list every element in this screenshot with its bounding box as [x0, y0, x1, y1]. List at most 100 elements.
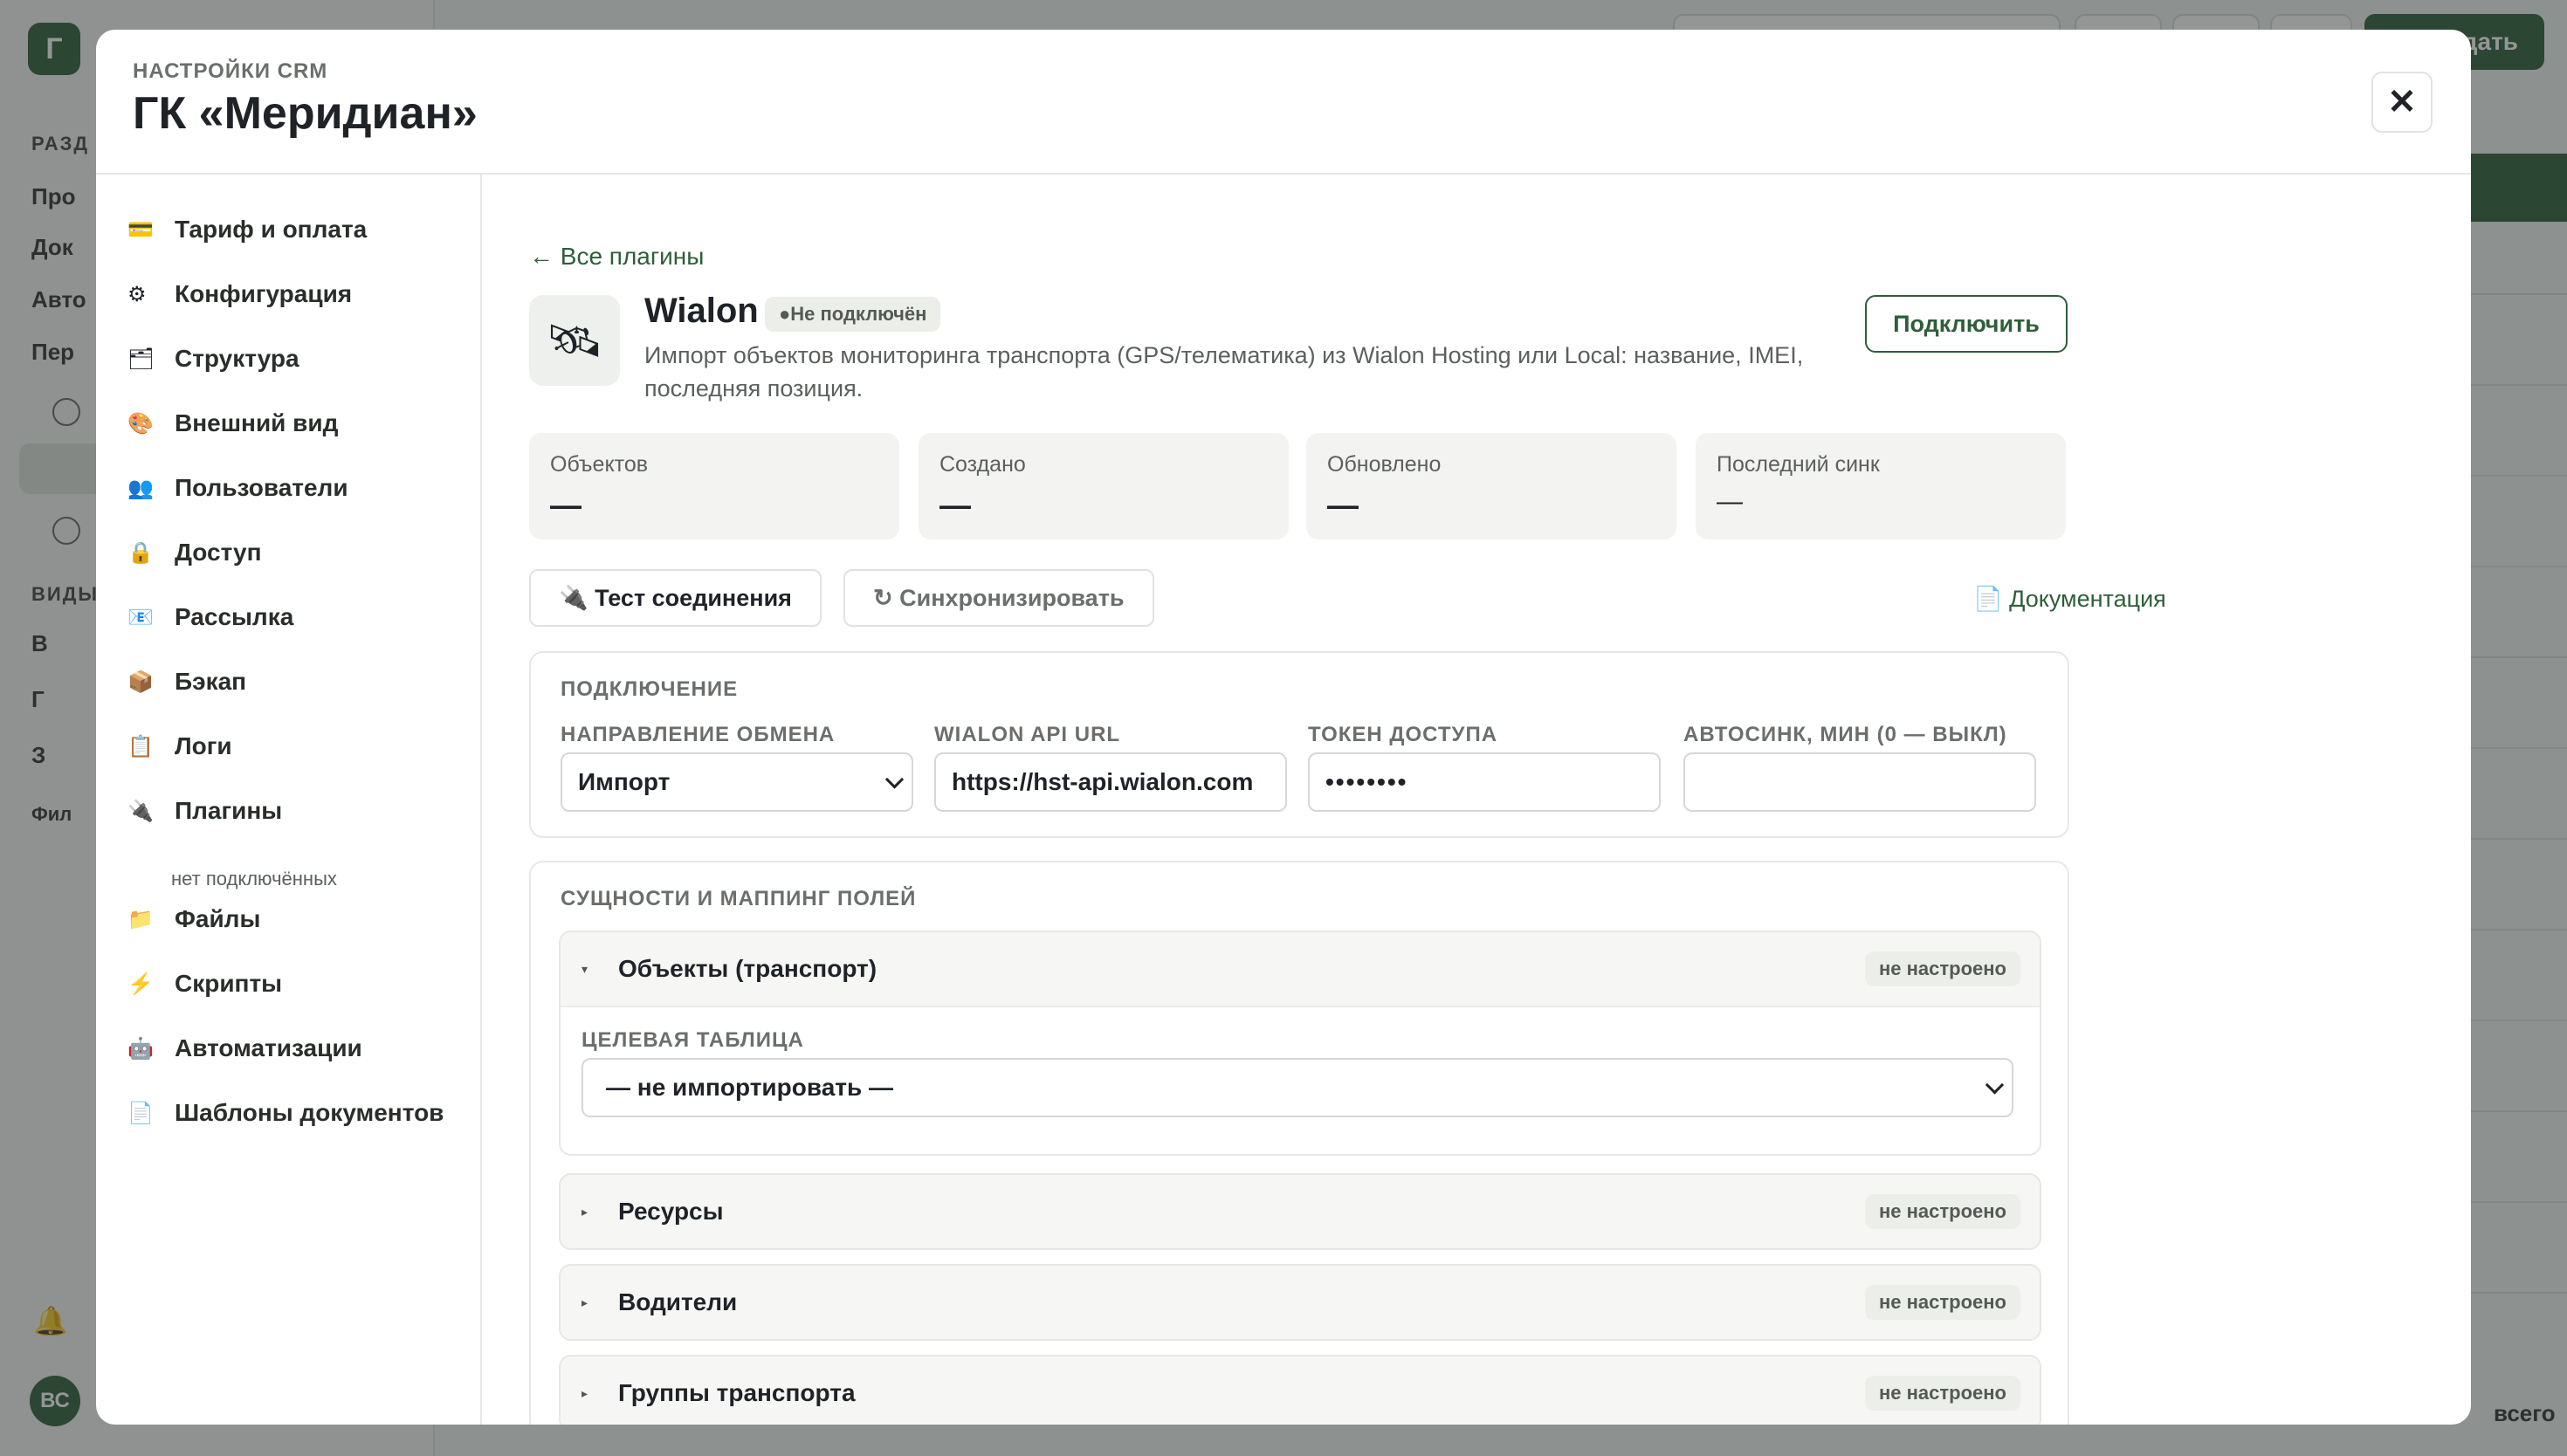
entity-objects: ▾ Объекты (транспорт) не настроено ЦЕЛЕВ…	[559, 931, 2041, 1156]
entity-name: Объекты (транспорт)	[618, 955, 877, 982]
entity-drivers: ▸ Водители не настроено	[559, 1264, 2041, 1341]
lightning-icon: ⚡	[127, 972, 154, 996]
stat-updated: Обновлено —	[1306, 433, 1676, 539]
nav-item-users[interactable]: 👥 Пользователи	[127, 466, 348, 510]
caret-right-icon: ▸	[582, 1295, 588, 1309]
entity-header[interactable]: ▸ Водители не настроено	[561, 1266, 2040, 1339]
caret-down-icon: ▾	[582, 962, 588, 976]
nav-item-structure[interactable]: 🗂 Структура	[127, 337, 299, 381]
gear-icon: ⚙	[127, 282, 147, 306]
connection-panel: ПОДКЛЮЧЕНИЕ НАПРАВЛЕНИЕ ОБМЕНА Импорт WI…	[529, 651, 2069, 838]
back-to-plugins-link[interactable]: ← Все плагины	[529, 243, 704, 271]
nav-item-plugins[interactable]: 🔌 Плагины	[127, 789, 282, 833]
nav-item-automations[interactable]: 🤖 Автоматизации	[127, 1027, 362, 1070]
nav-item-label: Рассылка	[175, 603, 294, 630]
chevron-down-icon	[884, 770, 905, 789]
nav-item-mailing[interactable]: 📧 Рассылка	[127, 595, 293, 639]
nav-item-label: Доступ	[175, 539, 262, 566]
direction-label: НАПРАВЛЕНИЕ ОБМЕНА	[561, 723, 836, 746]
connection-title: ПОДКЛЮЧЕНИЕ	[561, 677, 739, 701]
mail-icon: 📧	[127, 605, 154, 629]
stat-label: Объектов	[550, 452, 649, 477]
nav-item-label: Плагины	[175, 797, 283, 824]
entity-resources: ▸ Ресурсы не настроено	[559, 1173, 2041, 1250]
lock-icon: 🔒	[127, 540, 154, 565]
nav-item-configuration[interactable]: ⚙ Конфигурация	[127, 272, 352, 316]
stat-value: —	[939, 487, 971, 523]
satellite-icon: 🛰	[529, 295, 620, 386]
status-badge: не настроено	[1864, 1285, 2020, 1320]
package-icon: 📦	[127, 670, 154, 694]
status-badge: не настроено	[1864, 951, 2020, 986]
nav-item-label: Автоматизации	[175, 1034, 362, 1061]
token-value: ••••••••	[1325, 768, 1408, 795]
direction-value: Импорт	[578, 768, 671, 795]
settings-nav: 💳 Тариф и оплата ⚙ Конфигурация 🗂 Структ…	[96, 175, 482, 1425]
stat-label: Обновлено	[1327, 452, 1442, 477]
users-icon: 👥	[127, 476, 154, 500]
nav-item-billing[interactable]: 💳 Тариф и оплата	[127, 208, 367, 251]
token-label: ТОКЕН ДОСТУПА	[1308, 723, 1498, 746]
entity-name: Ресурсы	[618, 1198, 724, 1225]
close-button[interactable]: ✕	[2371, 72, 2433, 133]
chevron-down-icon	[1985, 1075, 2005, 1095]
status-badge: не настроено	[1864, 1194, 2020, 1229]
nav-item-doc-templates[interactable]: 📄 Шаблоны документов	[127, 1091, 444, 1135]
nav-item-label: Бэкап	[175, 668, 247, 695]
nav-item-scripts[interactable]: ⚡ Скрипты	[127, 962, 282, 1006]
stat-objects: Объектов —	[529, 433, 899, 539]
entity-vehicle-groups: ▸ Группы транспорта не настроено	[559, 1355, 2041, 1425]
stat-last-sync: Последний синк —	[1696, 433, 2066, 539]
folder-icon: 📁	[127, 907, 154, 931]
robot-icon: 🤖	[127, 1036, 154, 1061]
mapping-title: СУЩНОСТИ И МАППИНГ ПОЛЕЙ	[561, 887, 917, 910]
stat-created: Создано —	[919, 433, 1289, 539]
clipboard-icon: 📋	[127, 734, 154, 759]
entity-header[interactable]: ▸ Ресурсы не настроено	[561, 1175, 2040, 1248]
nav-item-label: Внешний вид	[175, 409, 339, 436]
modal-title: ГК «Меридиан»	[133, 88, 478, 139]
target-table-select[interactable]: — не импортировать —	[582, 1058, 2013, 1117]
direction-select[interactable]: Импорт	[561, 752, 913, 812]
mapping-panel: СУЩНОСТИ И МАППИНГ ПОЛЕЙ ▾ Объекты (тран…	[529, 861, 2069, 1425]
documentation-link[interactable]: 📄 Документация	[1973, 585, 2166, 613]
nav-item-label: Конфигурация	[175, 280, 353, 307]
palette-icon: 🎨	[127, 411, 154, 436]
modal-header: НАСТРОЙКИ CRM ГК «Меридиан» ✕	[96, 30, 2471, 175]
nav-item-logs[interactable]: 📋 Логи	[127, 725, 232, 768]
settings-modal: НАСТРОЙКИ CRM ГК «Меридиан» ✕ 💳 Тариф и …	[96, 30, 2471, 1425]
entity-name: Водители	[618, 1288, 738, 1315]
token-input[interactable]: ••••••••	[1308, 752, 1661, 812]
nav-item-backup[interactable]: 📦 Бэкап	[127, 660, 246, 704]
status-badge: не настроено	[1864, 1376, 2020, 1411]
credit-card-icon: 💳	[127, 217, 154, 242]
caret-right-icon: ▸	[582, 1205, 588, 1219]
target-table-value: — не импортировать —	[606, 1074, 893, 1101]
close-icon: ✕	[2387, 83, 2417, 121]
api-url-value: https://hst-api.wialon.com	[952, 768, 1254, 795]
stat-value: —	[550, 487, 582, 523]
entity-header[interactable]: ▸ Группы транспорта не настроено	[561, 1356, 2040, 1425]
modal-subtitle: НАСТРОЙКИ CRM	[133, 59, 328, 83]
connect-button[interactable]: Подключить	[1865, 295, 2068, 353]
nav-item-label: Логи	[175, 732, 232, 759]
nav-item-access[interactable]: 🔒 Доступ	[127, 531, 262, 574]
stat-value: —	[1327, 487, 1359, 523]
sync-button[interactable]: ↻ Синхронизировать	[843, 569, 1154, 627]
nav-item-label: Шаблоны документов	[175, 1099, 444, 1126]
api-url-input[interactable]: https://hst-api.wialon.com	[934, 752, 1287, 812]
folders-icon: 🗂	[127, 347, 155, 371]
caret-right-icon: ▸	[582, 1386, 588, 1400]
api-url-label: WIALON API URL	[934, 723, 1121, 746]
entity-body: ЦЕЛЕВАЯ ТАБЛИЦА — не импортировать —	[561, 1006, 2040, 1154]
autosync-input[interactable]	[1683, 752, 2036, 812]
test-connection-button[interactable]: 🔌 Тест соединения	[529, 569, 822, 627]
entity-name: Группы транспорта	[618, 1379, 856, 1406]
nav-item-label: Файлы	[175, 905, 261, 932]
nav-item-files[interactable]: 📁 Файлы	[127, 897, 260, 941]
nav-item-appearance[interactable]: 🎨 Внешний вид	[127, 402, 338, 445]
nav-item-label: Тариф и оплата	[175, 216, 368, 243]
nav-item-label: Пользователи	[175, 474, 348, 501]
entity-header[interactable]: ▾ Объекты (транспорт) не настроено	[561, 932, 2040, 1006]
stat-label: Последний синк	[1717, 452, 1880, 477]
